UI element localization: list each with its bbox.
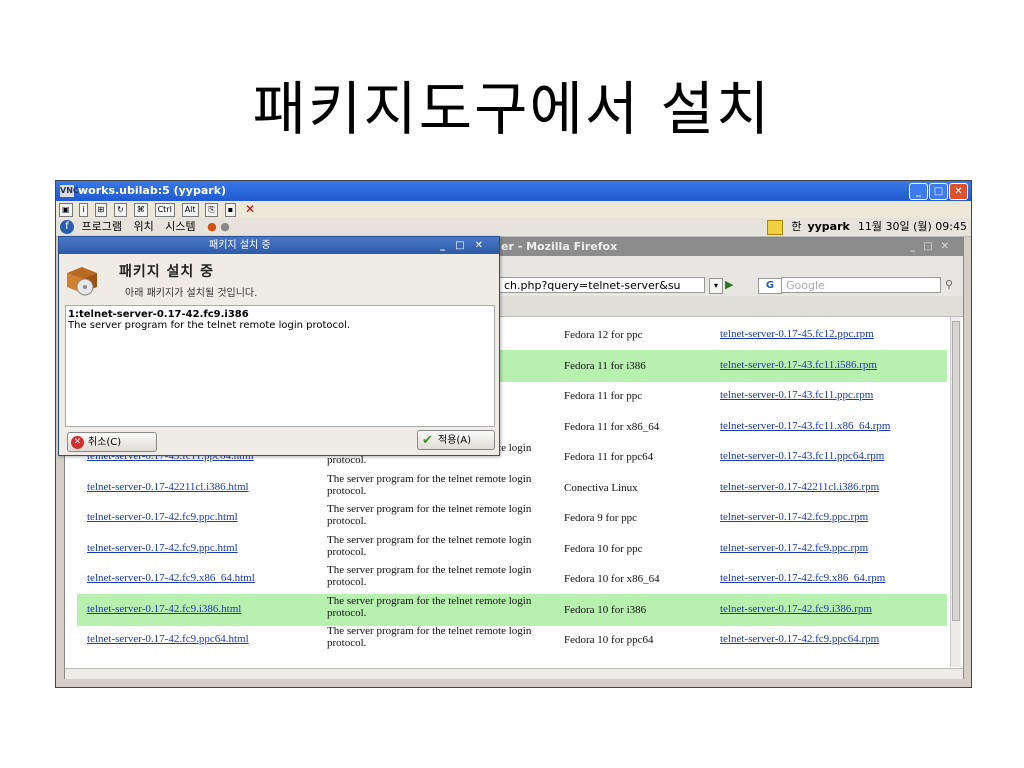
vnc-toolbar: ▣ i ⊞ ↻ ⌘ Ctrl Alt ⎘ ▪ ✕ [56, 201, 971, 219]
package-install-dialog: 패키지 설치 중 _□✕ 패키지 설치 중 아래 패키지가 설치될 것입니다. … [58, 236, 500, 456]
package-description: The server program for the telnet remote… [68, 320, 351, 331]
dialog-subtitle: 아래 패키지가 설치될 것입니다. [125, 288, 258, 299]
dialog-titlebar: 패키지 설치 중 _□✕ [59, 237, 499, 254]
package-list: 1:telnet-server-0.17-42.fc9.i386 The ser… [65, 305, 495, 427]
cancel-label: 취소(C) [88, 437, 122, 448]
fullscreen-icon[interactable]: ⊞ [94, 203, 108, 217]
options-icon[interactable]: ▣ [59, 203, 73, 217]
vertical-scrollbar[interactable] [950, 317, 961, 667]
menu-applications[interactable]: 프로그램 [82, 220, 122, 233]
package-description-cell: The server program for the telnet remote… [327, 625, 532, 649]
distribution-cell: Fedora 11 for ppc [564, 390, 643, 402]
input-method-indicator[interactable]: 한 [791, 220, 801, 233]
checkmark-icon: ✔ [422, 433, 433, 448]
distribution-cell: Fedora 9 for ppc [564, 512, 638, 524]
scroll-thumb[interactable] [952, 321, 960, 621]
table-row: telnet-server-0.17-42.fc9.x86_64.html The… [77, 563, 947, 595]
package-page-link[interactable]: telnet-server-0.17-42.fc9.x86_64.html [87, 572, 255, 584]
package-page-link[interactable]: telnet-server-0.17-42211cl.i386.html [87, 481, 249, 493]
package-description-cell: The server program for the telnet remote… [327, 594, 532, 619]
fedora-icon: f [60, 220, 74, 234]
rpm-download-link[interactable]: telnet-server-0.17-43.fc11.ppc.rpm [720, 389, 873, 401]
network-launcher-icon[interactable]: ● [220, 220, 230, 233]
menu-system[interactable]: 시스템 [165, 220, 195, 233]
vnc-titlebar: VNCworks.ubilab:5 (yypark) _ □ ✕ [56, 181, 971, 201]
search-engine-icon[interactable]: G [758, 278, 782, 294]
panel-status-area: 한 yypark 11월 30일 (월) 09:45 [767, 218, 967, 236]
table-row: telnet-server-0.17-42.fc9.i386.html The s… [77, 593, 947, 626]
disconnect-icon[interactable]: ✕ [243, 203, 257, 215]
search-icon[interactable]: ⚲ [945, 278, 953, 291]
distribution-cell: Fedora 12 for ppc [564, 329, 643, 341]
horizontal-scrollbar[interactable] [65, 668, 963, 679]
distribution-cell: Fedora 10 for x86_64 [564, 573, 660, 585]
panel-clock[interactable]: 11월 30일 (월) 09:45 [858, 220, 967, 233]
gnome-panel: f 프로그램 위치 시스템 ● ● 한 yypark 11월 30일 (월) 09:… [56, 218, 971, 237]
vnc-window-title: works.ubilab:5 (yypark) [78, 184, 227, 197]
package-description-cell: The server program for the telnet remote… [327, 533, 532, 558]
dialog-window-buttons[interactable]: _□✕ [440, 237, 493, 254]
info-icon[interactable]: i [79, 203, 88, 217]
distribution-cell: Fedora 11 for i386 [564, 359, 646, 372]
package-page-link[interactable]: telnet-server-0.17-42.fc9.ppc64.html [87, 633, 249, 645]
search-input[interactable]: Google [781, 277, 941, 293]
panel-user[interactable]: yypark [807, 220, 849, 233]
package-name: 1:telnet-server-0.17-42.fc9.i386 [68, 309, 249, 320]
clipboard-icon[interactable]: ⎘ [205, 203, 218, 217]
table-row: telnet-server-0.17-42.fc9.ppc.html The se… [77, 502, 947, 534]
menu-places[interactable]: 위치 [133, 220, 153, 233]
ctrl-key-button[interactable]: Ctrl [154, 203, 175, 217]
rpm-download-link[interactable]: telnet-server-0.17-45.fc12.ppc.rpm [720, 328, 874, 340]
address-text: ch.php?query=telnet-server&su [504, 279, 681, 292]
close-button[interactable]: ✕ [949, 183, 968, 200]
cancel-icon: ✕ [71, 436, 84, 449]
refresh-icon[interactable]: ↻ [114, 203, 127, 217]
save-icon[interactable]: ▪ [224, 203, 237, 217]
cancel-button[interactable]: ✕ 취소(C) [67, 432, 157, 452]
vnc-logo-icon: VNC [60, 185, 79, 197]
distribution-cell: Fedora 11 for ppc64 [564, 451, 654, 463]
maximize-button[interactable]: □ [929, 183, 948, 200]
rpm-download-link[interactable]: telnet-server-0.17-42.fc9.x86_64.rpm [720, 572, 885, 584]
package-icon [67, 267, 97, 296]
apply-label: 적용(A) [438, 435, 472, 446]
package-page-link[interactable]: telnet-server-0.17-42.fc9.i386.html [87, 603, 241, 615]
package-description-cell: The server program for the telnet remote… [327, 564, 532, 588]
apply-button[interactable]: ✔ 적용(A) [417, 430, 495, 450]
package-description-cell: The server program for the telnet remote… [327, 503, 532, 527]
rpm-download-link[interactable]: telnet-server-0.17-42211cl.i386.rpm [720, 481, 879, 493]
slide-title: 패키지도구에서 설치 [252, 75, 772, 143]
rpm-download-link[interactable]: telnet-server-0.17-43.fc11.ppc64.rpm [720, 450, 884, 462]
dialog-title: 패키지 설치 중 [209, 240, 271, 251]
firefox-title: er - Mozilla Firefox [501, 240, 618, 253]
firefox-window-buttons[interactable]: _□✕ [910, 238, 957, 256]
distribution-cell: Fedora 10 for i386 [564, 603, 647, 616]
package-description-cell: The server program for the telnet remote… [327, 472, 532, 497]
dialog-heading: 패키지 설치 중 [119, 264, 215, 280]
table-row: telnet-server-0.17-42.fc9.ppc64.html The … [77, 624, 947, 656]
distribution-cell: Fedora 10 for ppc [564, 542, 643, 555]
package-page-link[interactable]: telnet-server-0.17-42.fc9.ppc.html [87, 511, 238, 523]
vnc-screenshot: VNCworks.ubilab:5 (yypark) _ □ ✕ ▣ i ⊞ ↻… [55, 180, 972, 688]
firefox-launcher-icon[interactable]: ● [207, 220, 217, 233]
address-dropdown-icon[interactable]: ▾ [709, 278, 723, 294]
rpm-download-link[interactable]: telnet-server-0.17-42.fc9.i386.rpm [720, 603, 872, 615]
distribution-cell: Fedora 11 for x86_64 [564, 420, 660, 433]
distribution-cell: Fedora 10 for ppc64 [564, 634, 654, 646]
table-row: telnet-server-0.17-42211cl.i386.html The … [77, 472, 947, 504]
rpm-download-link[interactable]: telnet-server-0.17-42.fc9.ppc.rpm [720, 542, 868, 554]
rpm-download-link[interactable]: telnet-server-0.17-42.fc9.ppc64.rpm [720, 633, 879, 645]
alt-key-button[interactable]: Alt [181, 203, 199, 217]
ctrl-alt-del-icon[interactable]: ⌘ [133, 203, 148, 217]
distribution-cell: Conectiva Linux [564, 481, 638, 494]
rpm-download-link[interactable]: telnet-server-0.17-43.fc11.x86_64.rpm [720, 420, 890, 432]
go-icon[interactable]: ▶ [725, 278, 733, 291]
rpm-download-link[interactable]: telnet-server-0.17-43.fc11.i586.rpm [720, 359, 877, 371]
minimize-button[interactable]: _ [909, 183, 928, 200]
package-page-link[interactable]: telnet-server-0.17-42.fc9.ppc.html [87, 542, 238, 554]
table-row: telnet-server-0.17-42.fc9.ppc.html The se… [77, 533, 947, 565]
notes-icon[interactable] [767, 219, 784, 235]
rpm-download-link[interactable]: telnet-server-0.17-42.fc9.ppc.rpm [720, 511, 868, 523]
